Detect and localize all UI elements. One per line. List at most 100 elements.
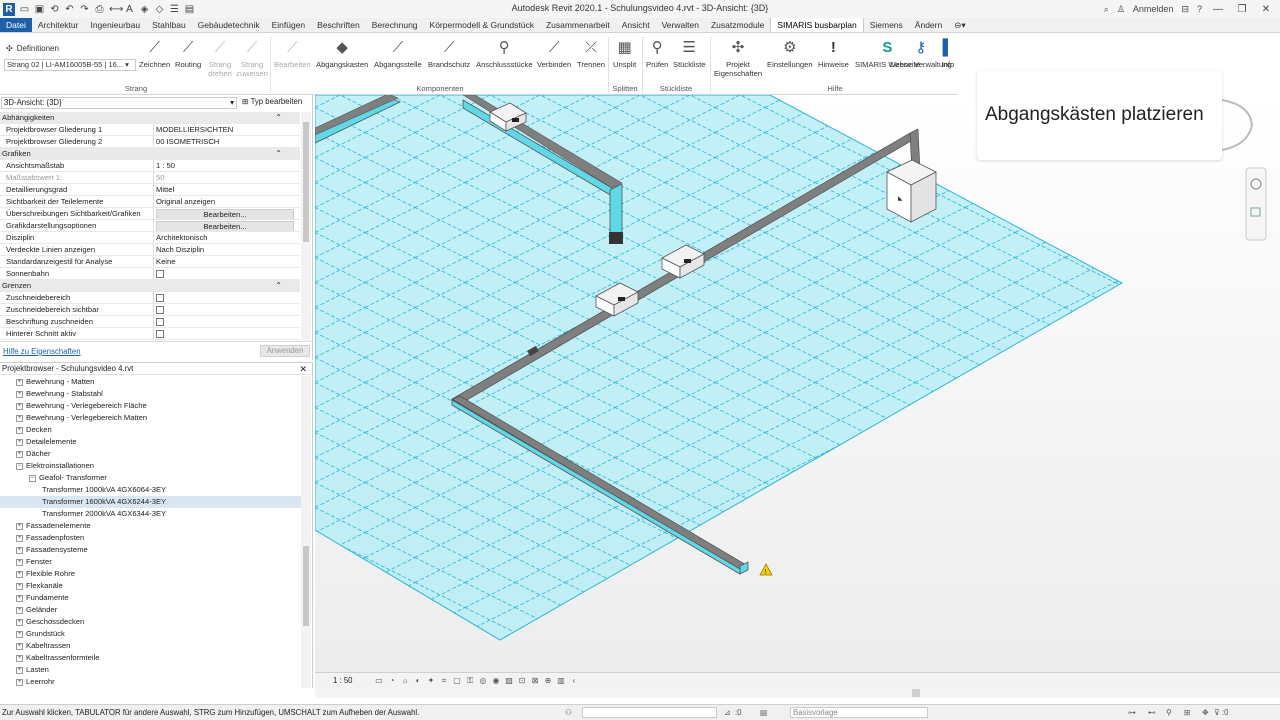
property-checkbox[interactable] xyxy=(156,294,164,302)
print-icon[interactable]: ⎙ xyxy=(94,4,105,15)
property-section[interactable]: Grenzen ⌃ xyxy=(0,280,300,292)
collapse-icon[interactable]: − xyxy=(16,462,23,470)
view-3d-icon[interactable]: ◈ xyxy=(139,4,150,15)
properties-scrollbar[interactable] xyxy=(301,112,311,342)
tab-architektur[interactable]: Architektur xyxy=(32,18,85,32)
expand-icon[interactable]: + xyxy=(16,402,23,410)
tab-ansicht[interactable]: Ansicht xyxy=(616,18,656,32)
zeichnen-button[interactable]: ⟋ Zeichnen xyxy=(139,36,170,70)
anschlussstuecke-button[interactable]: ⚲ Anschlussstücke xyxy=(476,36,533,70)
detail-level-icon[interactable]: ▭ xyxy=(375,676,384,685)
expand-icon[interactable]: + xyxy=(16,534,23,542)
browser-tree-item[interactable]: + Bewehrung - Verlegebereich Fläche xyxy=(0,400,301,412)
browser-tree-item[interactable]: + Kabeltrassenformteile xyxy=(0,652,301,664)
tab-beschriften[interactable]: Beschriften xyxy=(311,18,366,32)
abgangskasten-button[interactable]: ◆ Abgangskasten xyxy=(316,36,368,70)
tab-gebaeudetechnik[interactable]: Gebäudetechnik xyxy=(192,18,266,32)
property-value[interactable]: Bearbeiten... xyxy=(154,208,300,219)
expand-icon[interactable]: + xyxy=(16,546,23,554)
bearbeiten-button[interactable]: ⟋ Bearbeiten xyxy=(274,36,311,70)
select-underlay-icon[interactable]: ⊷ xyxy=(1148,705,1156,720)
property-value[interactable] xyxy=(154,268,300,279)
property-checkbox[interactable] xyxy=(156,318,164,326)
property-section[interactable]: Abhängigkeiten ⌃ xyxy=(0,112,300,124)
undo-icon[interactable]: ↶ xyxy=(64,4,75,15)
property-value[interactable] xyxy=(154,292,300,303)
browser-tree-item[interactable]: + Decken xyxy=(0,424,301,436)
temp-properties-icon[interactable]: ▧ xyxy=(505,676,514,685)
show-crop-icon[interactable]: ▢ xyxy=(453,676,462,685)
browser-tree-item[interactable]: + Bewehrung - Stabstahl xyxy=(0,388,301,400)
stueckliste-button[interactable]: ☰ Stückliste xyxy=(673,36,706,70)
restore-button[interactable]: ❐ xyxy=(1234,4,1250,15)
collapse-icon[interactable]: ⌃ xyxy=(275,112,282,124)
tab-datei[interactable]: Datei xyxy=(0,18,32,32)
save-icon[interactable]: ▣ xyxy=(34,4,45,15)
text-icon[interactable]: A xyxy=(124,4,135,15)
browser-tree-item[interactable]: + Fassadensysteme xyxy=(0,544,301,556)
open-icon[interactable]: ▭ xyxy=(19,4,30,15)
close-icon[interactable]: ✕ xyxy=(299,363,307,375)
cart-icon[interactable]: ⊟ xyxy=(1181,4,1189,15)
expand-icon[interactable]: + xyxy=(16,450,23,458)
collapse-icon[interactable]: ⌃ xyxy=(275,148,282,160)
reveal-hidden-icon[interactable]: ◉ xyxy=(492,676,501,685)
expand-icon[interactable]: + xyxy=(16,594,23,602)
expand-icon[interactable]: + xyxy=(16,378,23,386)
unsplit-button[interactable]: ▦ Unsplit xyxy=(613,36,636,70)
browser-tree-item[interactable]: − Geafol- Transformer xyxy=(0,472,301,484)
drag-elements-icon[interactable]: ✥ xyxy=(1202,705,1209,720)
user-icon[interactable]: ♙ xyxy=(1117,4,1125,15)
hinweise-button[interactable]: ! Hinweise xyxy=(818,36,849,70)
browser-tree-item[interactable]: + Dächer xyxy=(0,448,301,460)
property-value[interactable] xyxy=(154,316,300,327)
strang-select[interactable]: Strang 02 | LI-AM16005B-55 | 16... ▾ xyxy=(4,59,136,71)
redo-icon[interactable]: ↷ xyxy=(79,4,90,15)
browser-tree-item[interactable]: + Lasten xyxy=(0,664,301,676)
property-value[interactable]: Keine xyxy=(154,256,300,267)
property-value[interactable] xyxy=(154,304,300,315)
select-by-face-icon[interactable]: ⊞ xyxy=(1184,705,1191,720)
property-checkbox[interactable] xyxy=(156,306,164,314)
browser-tree-item[interactable]: + Flexible Rohre xyxy=(0,568,301,580)
design-option-select[interactable]: Basisvorlage xyxy=(790,707,928,718)
property-edit-button[interactable]: Bearbeiten... xyxy=(156,221,294,231)
scrollbar-thumb[interactable] xyxy=(303,546,309,626)
view-scale-label[interactable]: 1 : 50 xyxy=(333,676,353,685)
browser-tree-item[interactable]: Transformer 1600kVA 4GX6244-3EY xyxy=(0,496,301,508)
definitionen-button[interactable]: ✣ Definitionen xyxy=(6,44,59,53)
help-properties-link[interactable]: Hilfe zu Eigenschaften xyxy=(3,347,81,356)
property-checkbox[interactable] xyxy=(156,330,164,338)
collapse-icon[interactable]: ⌃ xyxy=(275,280,282,292)
ribbon-options-icon[interactable]: ⊖▾ xyxy=(948,18,971,32)
expand-icon[interactable]: + xyxy=(16,438,23,446)
workset-field[interactable] xyxy=(582,707,717,718)
tab-stahlbau[interactable]: Stahlbau xyxy=(146,18,192,32)
riser-end-fitting[interactable] xyxy=(609,232,623,244)
tab-berechnung[interactable]: Berechnung xyxy=(366,18,424,32)
pruefen-button[interactable]: ⚲ Prüfen xyxy=(646,36,668,70)
property-value[interactable]: Architektonisch xyxy=(154,232,300,243)
filter-icon[interactable]: ⊽ xyxy=(1214,705,1220,720)
view-type-select[interactable]: 3D-Ansicht: {3D} ▾ xyxy=(1,97,237,109)
expand-icon[interactable]: + xyxy=(16,666,23,674)
info-button[interactable]: ▌ Info xyxy=(937,36,959,70)
revit-logo[interactable]: R xyxy=(3,2,15,16)
measure-icon[interactable]: ⟷ xyxy=(109,4,123,15)
strang-drehen-button[interactable]: ⟋ Strang drehen xyxy=(205,36,235,79)
worksharing-icon[interactable]: ⊡ xyxy=(518,676,527,685)
property-value[interactable]: Original anzeigen xyxy=(154,196,300,207)
expand-icon[interactable]: + xyxy=(16,630,23,638)
property-edit-button[interactable]: Bearbeiten... xyxy=(156,209,294,219)
search-icon[interactable]: ⌕ xyxy=(1104,4,1109,15)
collapse-icon[interactable]: − xyxy=(29,474,36,482)
browser-tree-item[interactable]: + Fassadenpfosten xyxy=(0,532,301,544)
tab-ingenieurbau[interactable]: Ingenieurbau xyxy=(84,18,146,32)
expand-icon[interactable]: + xyxy=(16,426,23,434)
projekt-eigenschaften-button[interactable]: ✣ Projekt Eigenschaften xyxy=(714,36,762,79)
abgangsstelle-button[interactable]: ⟋ Abgangsstelle xyxy=(374,36,422,70)
unlock-view-icon[interactable]: ⚿ xyxy=(466,676,475,685)
warning-icon[interactable]: ! xyxy=(759,563,773,576)
browser-tree-item[interactable]: + Fundamente xyxy=(0,592,301,604)
browser-tree-item[interactable]: − Elektroinstallationen xyxy=(0,460,301,472)
